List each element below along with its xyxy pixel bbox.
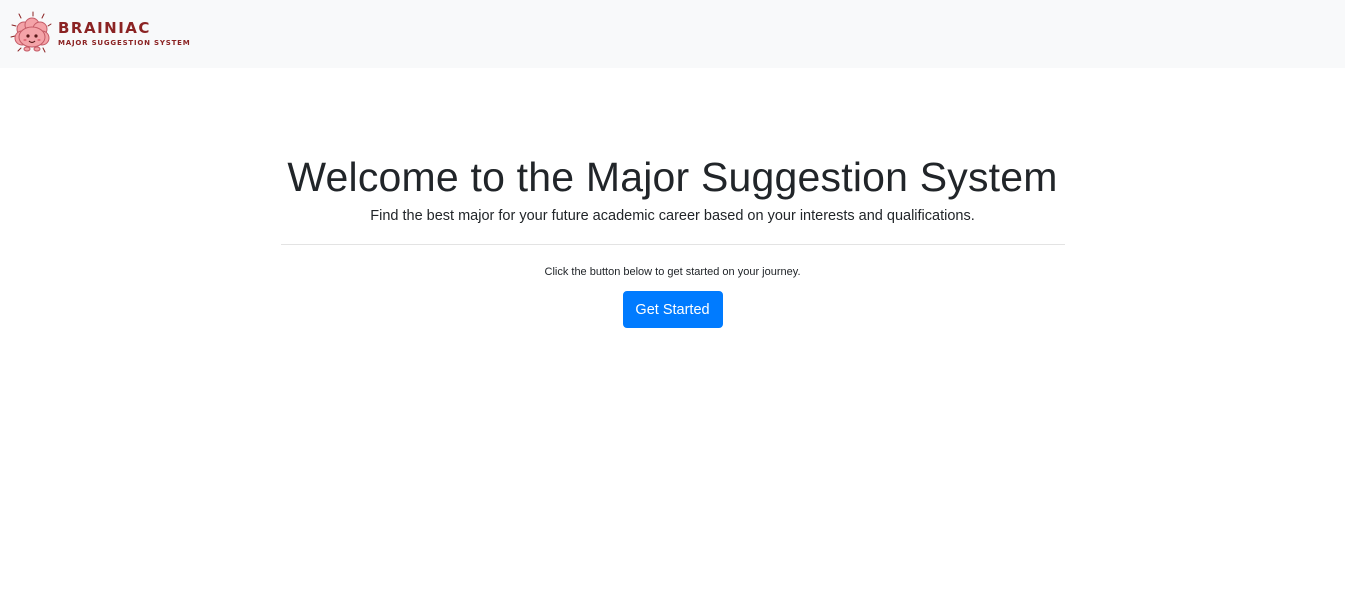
instruction-text: Click the button below to get started on…	[544, 266, 801, 278]
get-started-button[interactable]: Get Started	[622, 291, 723, 328]
brand-tagline: MAJOR SUGGESTION SYSTEM	[58, 39, 191, 47]
navbar: BRAINIAC MAJOR SUGGESTION SYSTEM	[0, 0, 1345, 68]
brain-mascot-icon	[10, 11, 52, 53]
brand-link[interactable]: BRAINIAC MAJOR SUGGESTION SYSTEM	[10, 11, 191, 57]
page-title: Welcome to the Major Suggestion System	[287, 154, 1058, 200]
hero-section: Welcome to the Major Suggestion System F…	[280, 68, 1065, 328]
brand-text: BRAINIAC MAJOR SUGGESTION SYSTEM	[58, 21, 191, 47]
divider	[280, 244, 1065, 245]
brand-name: BRAINIAC	[58, 19, 151, 37]
lead-text: Find the best major for your future acad…	[370, 208, 975, 224]
